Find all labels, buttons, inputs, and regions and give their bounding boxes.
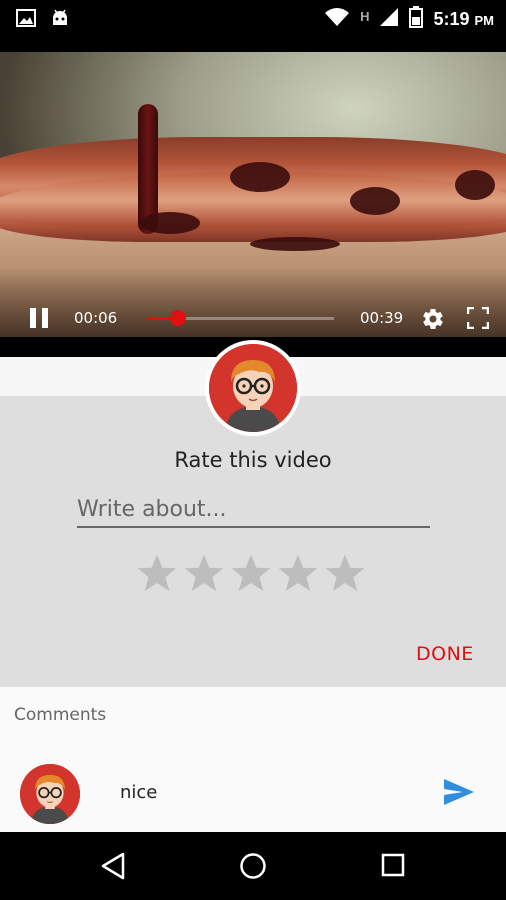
video-frame-sauce xyxy=(230,162,290,192)
star-icon[interactable] xyxy=(136,552,178,594)
fullscreen-icon[interactable] xyxy=(466,306,490,333)
star-icon[interactable] xyxy=(183,552,225,594)
star-rating[interactable] xyxy=(136,552,366,594)
seek-bar-thumb[interactable] xyxy=(169,310,186,326)
seek-bar[interactable] xyxy=(146,310,334,326)
android-icon xyxy=(50,8,70,32)
done-button[interactable]: DONE xyxy=(416,643,474,665)
video-frame-sauce xyxy=(350,187,400,215)
comments-title: Comments xyxy=(14,705,107,725)
signal-icon xyxy=(379,7,399,31)
rate-title: Rate this video xyxy=(174,448,332,472)
clock-time: 5:19 xyxy=(433,8,470,29)
battery-icon xyxy=(409,6,424,32)
star-icon[interactable] xyxy=(277,552,319,594)
network-type-label: H xyxy=(360,8,370,24)
video-frame-sauce xyxy=(250,237,340,251)
user-avatar xyxy=(205,340,301,436)
video-frame-sauce xyxy=(140,212,200,234)
wifi-icon xyxy=(324,7,350,31)
star-icon[interactable] xyxy=(324,552,366,594)
comment-avatar xyxy=(20,764,80,824)
review-input[interactable] xyxy=(77,492,430,528)
image-icon xyxy=(16,8,36,32)
pause-icon[interactable] xyxy=(30,308,50,328)
status-bar: H 5:19 PM xyxy=(0,0,506,36)
clock: 5:19 PM xyxy=(433,9,494,30)
comments-section: Comments nice xyxy=(0,687,506,832)
send-icon[interactable] xyxy=(443,778,475,810)
settings-gear-icon[interactable] xyxy=(421,307,445,335)
system-nav-bar xyxy=(0,832,506,900)
video-position: 00:06 xyxy=(74,309,118,327)
recents-icon[interactable] xyxy=(381,853,405,881)
video-frame-sauce xyxy=(455,170,495,200)
back-icon[interactable] xyxy=(100,852,126,884)
star-icon[interactable] xyxy=(230,552,272,594)
home-icon[interactable] xyxy=(239,852,267,884)
comment-text: nice xyxy=(120,782,158,803)
video-controls: 00:06 00:39 xyxy=(0,296,506,340)
video-duration: 00:39 xyxy=(360,309,404,327)
clock-ampm: PM xyxy=(474,12,495,28)
video-player[interactable] xyxy=(0,52,506,337)
